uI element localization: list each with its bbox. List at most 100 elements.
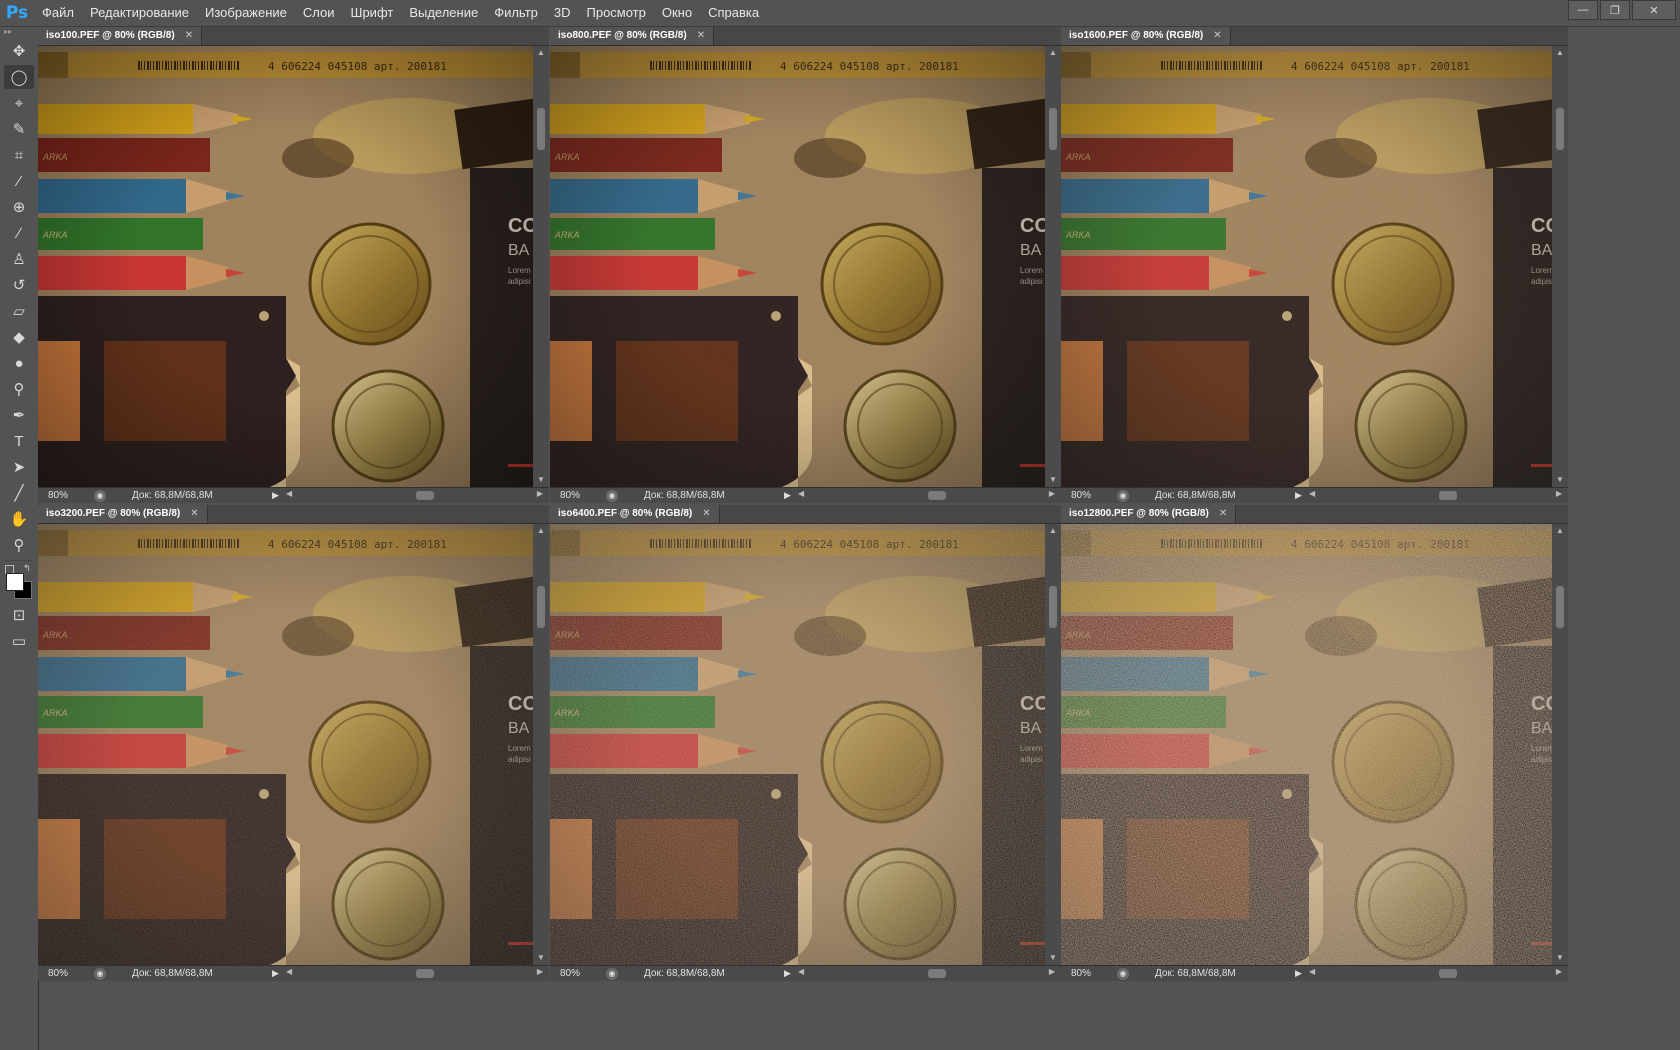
- screen-mode-icon[interactable]: ▭: [4, 629, 34, 653]
- scroll-thumb[interactable]: [1049, 586, 1057, 628]
- scroll-left-icon[interactable]: ◀: [286, 967, 292, 976]
- document-window[interactable]: iso1600.PEF @ 80% (RGB/8) ✕ 4 606224 045…: [1061, 27, 1568, 503]
- vertical-scrollbar[interactable]: ▲ ▼: [1045, 524, 1061, 965]
- status-menu-arrow-icon[interactable]: ▶: [272, 968, 284, 979]
- close-tab-icon[interactable]: ✕: [702, 505, 710, 523]
- quick-selection-tool-icon[interactable]: ✎: [4, 117, 34, 141]
- scroll-thumb[interactable]: [1439, 491, 1457, 500]
- document-tab[interactable]: iso800.PEF @ 80% (RGB/8) ✕: [550, 27, 715, 45]
- scroll-down-icon[interactable]: ▼: [1552, 473, 1568, 487]
- blur-tool-icon[interactable]: ●: [4, 351, 34, 375]
- document-canvas[interactable]: 4 606224 045108 арт. 200181ARKAARKACOBAL…: [1061, 524, 1552, 965]
- document-tab[interactable]: iso12800.PEF @ 80% (RGB/8) ✕: [1061, 505, 1237, 523]
- vertical-scrollbar[interactable]: ▲ ▼: [1552, 46, 1568, 487]
- menu-item-0[interactable]: Файл: [34, 0, 82, 26]
- document-window[interactable]: iso3200.PEF @ 80% (RGB/8) ✕ 4 606224 045…: [38, 505, 549, 981]
- close-tab-icon[interactable]: ✕: [185, 27, 193, 45]
- menu-item-5[interactable]: Выделение: [401, 0, 486, 26]
- scroll-right-icon[interactable]: ▶: [1556, 489, 1562, 498]
- status-info-icon[interactable]: ◉: [606, 967, 618, 980]
- minimize-icon[interactable]: —: [1568, 0, 1598, 20]
- scroll-right-icon[interactable]: ▶: [537, 489, 543, 498]
- document-canvas[interactable]: 4 606224 045108 арт. 200181ARKAARKACOBAL…: [1061, 46, 1552, 487]
- scroll-left-icon[interactable]: ◀: [798, 489, 804, 498]
- scroll-up-icon[interactable]: ▲: [1552, 46, 1568, 60]
- document-canvas[interactable]: 4 606224 045108 арт. 200181ARKAARKACOBAL…: [550, 46, 1045, 487]
- scroll-up-icon[interactable]: ▲: [1552, 524, 1568, 538]
- status-menu-arrow-icon[interactable]: ▶: [784, 968, 796, 979]
- scroll-right-icon[interactable]: ▶: [1049, 967, 1055, 976]
- zoom-level[interactable]: 80%: [1061, 490, 1111, 501]
- status-menu-arrow-icon[interactable]: ▶: [1295, 490, 1307, 501]
- scroll-up-icon[interactable]: ▲: [533, 46, 549, 60]
- document-tab[interactable]: iso6400.PEF @ 80% (RGB/8) ✕: [550, 505, 720, 523]
- scroll-thumb[interactable]: [928, 491, 946, 500]
- horizontal-scrollbar[interactable]: ◀ ▶: [284, 488, 549, 503]
- document-canvas[interactable]: 4 606224 045108 арт. 200181ARKAARKACOBAL…: [38, 524, 533, 965]
- scroll-thumb[interactable]: [1439, 969, 1457, 978]
- scroll-left-icon[interactable]: ◀: [1309, 967, 1315, 976]
- document-tab[interactable]: iso100.PEF @ 80% (RGB/8) ✕: [38, 27, 203, 45]
- scroll-thumb[interactable]: [1556, 108, 1564, 150]
- brush-tool-icon[interactable]: ∕: [4, 221, 34, 245]
- status-menu-arrow-icon[interactable]: ▶: [272, 490, 284, 501]
- zoom-level[interactable]: 80%: [38, 968, 88, 979]
- zoom-tool-icon[interactable]: ⚲: [4, 533, 34, 557]
- scroll-up-icon[interactable]: ▲: [1045, 46, 1061, 60]
- menu-item-1[interactable]: Редактирование: [82, 0, 197, 26]
- status-info-icon[interactable]: ◉: [1117, 967, 1129, 980]
- document-window[interactable]: iso800.PEF @ 80% (RGB/8) ✕ 4 606224 0451…: [550, 27, 1061, 503]
- menu-item-7[interactable]: 3D: [546, 0, 579, 26]
- scroll-thumb[interactable]: [1556, 586, 1564, 628]
- scroll-down-icon[interactable]: ▼: [1045, 951, 1061, 965]
- scroll-left-icon[interactable]: ◀: [798, 967, 804, 976]
- document-window[interactable]: iso12800.PEF @ 80% (RGB/8) ✕ 4 606224 04…: [1061, 505, 1568, 981]
- horizontal-scrollbar[interactable]: ◀ ▶: [1307, 488, 1568, 503]
- clone-stamp-tool-icon[interactable]: ♙: [4, 247, 34, 271]
- line-tool-icon[interactable]: ╱: [4, 481, 34, 505]
- close-tab-icon[interactable]: ✕: [1213, 27, 1221, 45]
- scroll-right-icon[interactable]: ▶: [1556, 967, 1562, 976]
- horizontal-scrollbar[interactable]: ◀ ▶: [796, 488, 1061, 503]
- foreground-color-swatch[interactable]: [6, 573, 24, 591]
- history-brush-tool-icon[interactable]: ↺: [4, 273, 34, 297]
- vertical-scrollbar[interactable]: ▲ ▼: [1552, 524, 1568, 965]
- scroll-up-icon[interactable]: ▲: [1045, 524, 1061, 538]
- type-tool-icon[interactable]: T: [4, 429, 34, 453]
- close-tab-icon[interactable]: ✕: [190, 505, 198, 523]
- menu-item-8[interactable]: Просмотр: [579, 0, 654, 26]
- restore-icon[interactable]: ❐: [1600, 0, 1630, 20]
- menu-item-2[interactable]: Изображение: [197, 0, 295, 26]
- horizontal-scrollbar[interactable]: ◀ ▶: [796, 966, 1061, 981]
- status-info-icon[interactable]: ◉: [94, 967, 106, 980]
- document-tab[interactable]: iso3200.PEF @ 80% (RGB/8) ✕: [38, 505, 208, 523]
- scroll-thumb[interactable]: [928, 969, 946, 978]
- eraser-tool-icon[interactable]: ▱: [4, 299, 34, 323]
- horizontal-scrollbar[interactable]: ◀ ▶: [284, 966, 549, 981]
- horizontal-scrollbar[interactable]: ◀ ▶: [1307, 966, 1568, 981]
- scroll-down-icon[interactable]: ▼: [1552, 951, 1568, 965]
- menu-item-3[interactable]: Слои: [295, 0, 343, 26]
- vertical-scrollbar[interactable]: ▲ ▼: [1045, 46, 1061, 487]
- document-tab[interactable]: iso1600.PEF @ 80% (RGB/8) ✕: [1061, 27, 1231, 45]
- menu-item-6[interactable]: Фильтр: [486, 0, 546, 26]
- document-window[interactable]: iso100.PEF @ 80% (RGB/8) ✕ 4 606224 0451…: [38, 27, 549, 503]
- path-selection-tool-icon[interactable]: ➤: [4, 455, 34, 479]
- pen-tool-icon[interactable]: ✒: [4, 403, 34, 427]
- scroll-thumb[interactable]: [416, 491, 434, 500]
- paint-bucket-tool-icon[interactable]: ◆: [4, 325, 34, 349]
- eyedropper-tool-icon[interactable]: ⁄: [4, 169, 34, 193]
- scroll-thumb[interactable]: [416, 969, 434, 978]
- quick-mask-icon[interactable]: ⊡: [4, 603, 34, 627]
- vertical-scrollbar[interactable]: ▲ ▼: [533, 524, 549, 965]
- scroll-thumb[interactable]: [1049, 108, 1057, 150]
- scroll-thumb[interactable]: [537, 586, 545, 628]
- scroll-right-icon[interactable]: ▶: [537, 967, 543, 976]
- zoom-level[interactable]: 80%: [1061, 968, 1111, 979]
- scroll-down-icon[interactable]: ▼: [1045, 473, 1061, 487]
- close-icon[interactable]: ✕: [1632, 0, 1676, 20]
- polygonal-lasso-tool-icon[interactable]: ⌖: [4, 91, 34, 115]
- status-menu-arrow-icon[interactable]: ▶: [784, 490, 796, 501]
- menu-item-4[interactable]: Шрифт: [343, 0, 402, 26]
- move-tool-icon[interactable]: ✥: [4, 39, 34, 63]
